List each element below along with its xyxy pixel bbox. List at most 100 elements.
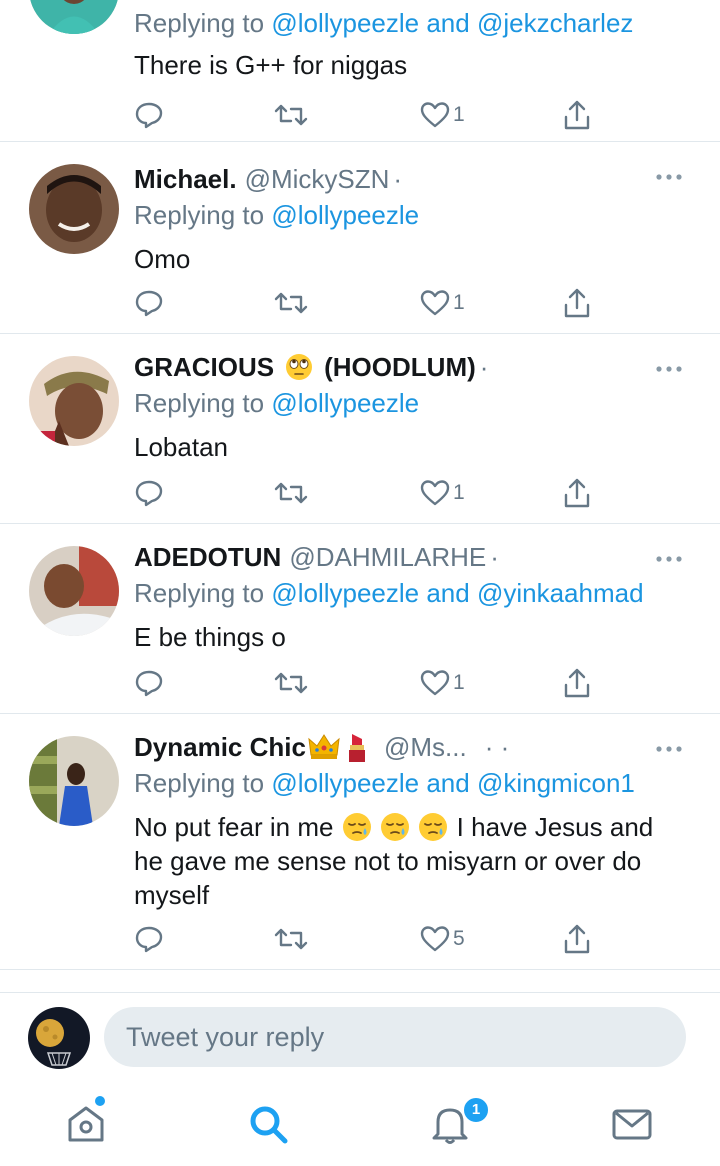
mention-link[interactable]: @lollypeezle [271,200,419,230]
avatar[interactable] [29,356,119,446]
reply-icon [135,290,163,317]
user-handle[interactable]: @Ms... [384,730,467,764]
share-button[interactable] [562,286,592,320]
heart-icon [420,480,450,506]
retweet-button[interactable] [274,98,308,132]
tweet-text-line: myself [134,880,210,910]
display-name[interactable]: ADEDOTUN [134,540,281,574]
share-button[interactable] [562,98,592,132]
notification-badge: 1 [462,1096,490,1124]
more-options-icon[interactable] [654,744,684,754]
reply-button[interactable] [134,922,164,956]
reply-button[interactable] [134,286,164,320]
messages-icon[interactable] [610,1102,654,1146]
home-icon[interactable] [64,1102,108,1146]
tweet-actions: 5 [134,922,594,956]
reply-icon [135,670,163,697]
replying-to-label: Replying to [134,768,272,798]
user-handle[interactable]: @MickySZN [245,162,390,196]
reply-input[interactable] [104,1007,686,1067]
like-button[interactable]: 1 [420,286,465,320]
user-handle[interactable]: @DAHMILARHE [289,540,486,574]
retweet-icon [274,104,308,126]
replying-to: Replying to @lollypeezle [134,198,680,232]
reply-button[interactable] [134,98,164,132]
retweet-icon [274,928,308,950]
tweet-text: Lobatan [134,432,228,462]
display-name-suffix[interactable]: (HOODLUM) [324,350,476,384]
reply-icon [135,102,163,129]
heart-icon [420,102,450,128]
like-count: 1 [453,481,465,504]
my-avatar[interactable] [28,1007,90,1069]
like-count: 1 [453,291,465,314]
like-button[interactable]: 5 [420,922,465,956]
retweet-button[interactable] [274,922,308,956]
tweet-actions: 1 [134,98,594,132]
mention-link[interactable]: @jekzcharlez [477,8,633,38]
separator-dot: · · [484,732,510,762]
tweet[interactable]: ADEDOTUN @DAHMILARHE · Replying to @loll… [0,524,720,714]
reply-button[interactable] [134,476,164,510]
heart-icon [420,670,450,696]
avatar[interactable] [29,736,119,826]
tweet-text-line: he gave me sense not to misyarn or over … [134,846,642,876]
share-icon [564,478,590,508]
tweet[interactable]: Dynamic Chic @Ms... · · Replying to @lol… [0,714,720,970]
share-icon [564,100,590,130]
mention-link[interactable]: @kingmicon1 [477,768,635,798]
more-options-icon[interactable] [654,554,684,564]
tweet-text: E be things o [134,622,286,652]
tweet-actions: 1 [134,476,594,510]
retweet-icon [274,482,308,504]
share-button[interactable] [562,922,592,956]
replying-to-label: Replying to [134,8,272,38]
separator-dot: · [479,352,489,382]
retweet-icon [274,292,308,314]
replying-to: Replying to @lollypeezle and @kingmicon1 [134,766,680,800]
retweet-button[interactable] [274,476,308,510]
share-icon [564,288,590,318]
mention-link[interactable]: @lollypeezle [271,578,419,608]
reply-icon [135,480,163,507]
separator-dot: · [393,164,403,194]
share-button[interactable] [562,666,592,700]
share-icon [564,668,590,698]
tweet[interactable]: Replying to @lollypeezle and @jekzcharle… [0,0,720,142]
tweet[interactable]: GRACIOUS (HOODLUM) · Replying to @lollyp… [0,334,720,524]
share-button[interactable] [562,476,592,510]
more-options-icon[interactable] [654,364,684,374]
reply-button[interactable] [134,666,164,700]
avatar[interactable] [29,0,119,34]
replying-to: Replying to @lollypeezle [134,386,680,420]
tweet-text-line: No put fear in me [134,812,334,842]
avatar[interactable] [29,164,119,254]
mention-link[interactable]: @lollypeezle [271,768,419,798]
display-name[interactable]: Michael. [134,162,237,196]
avatar[interactable] [29,546,119,636]
sleepy-face-emoji [419,813,448,841]
like-count: 5 [453,927,465,950]
display-name[interactable]: Dynamic Chic [134,730,306,764]
new-content-dot [95,1096,105,1106]
mention-joiner: and [419,768,477,798]
mention-link[interactable]: @lollypeezle [271,8,419,38]
tweet[interactable]: Michael. @MickySZN · Replying to @lollyp… [0,142,720,334]
retweet-button[interactable] [274,666,308,700]
more-options-icon[interactable] [654,172,684,182]
like-count: 1 [453,103,465,126]
mention-link[interactable]: @lollypeezle [271,388,419,418]
tweet-actions: 1 [134,286,594,320]
like-button[interactable]: 1 [420,98,465,132]
heart-icon [420,926,450,952]
lipstick-emoji [348,734,365,762]
share-icon [564,924,590,954]
sleepy-face-emoji [381,813,410,841]
mention-link[interactable]: @yinkaahmad [477,578,644,608]
retweet-button[interactable] [274,286,308,320]
replying-to-label: Replying to [134,200,272,230]
search-icon[interactable] [246,1102,290,1146]
like-button[interactable]: 1 [420,476,465,510]
like-button[interactable]: 1 [420,666,465,700]
display-name[interactable]: GRACIOUS [134,350,274,384]
